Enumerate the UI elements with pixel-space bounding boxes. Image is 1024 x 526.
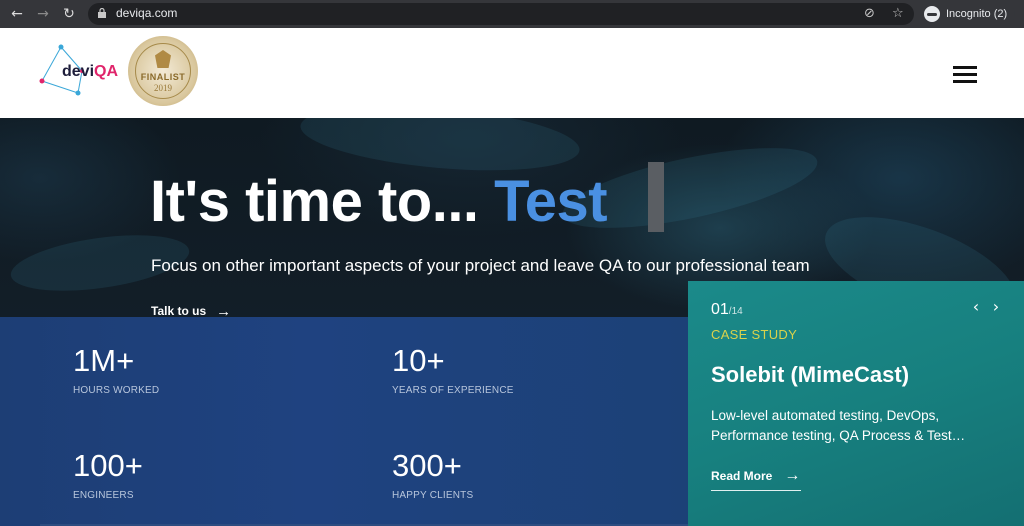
chevron-right-icon[interactable]: ›: [989, 297, 1003, 316]
eye-off-icon[interactable]: ⊘: [864, 6, 875, 21]
stat-clients: 300+ HAPPY CLIENTS: [392, 448, 474, 501]
logo-wordmark: deviQA: [62, 63, 119, 80]
finalist-badge: FINALIST 2019: [128, 36, 198, 106]
star-icon[interactable]: ☆: [892, 6, 904, 21]
case-counter: 01/14: [711, 301, 743, 318]
case-description: Low-level automated testing, DevOps, Per…: [711, 408, 966, 443]
hero-tagline: Focus on other important aspects of your…: [151, 256, 810, 275]
stat-hours: 1M+ HOURS WORKED: [73, 343, 160, 396]
site-header: deviQA FINALIST 2019: [0, 28, 1024, 118]
incognito-label: Incognito (2): [946, 8, 1008, 20]
deviqa-logo[interactable]: deviQA: [38, 43, 120, 99]
incognito-icon: [924, 6, 940, 22]
stats-band: 1M+ HOURS WORKED 10+ YEARS OF EXPERIENCE…: [0, 317, 688, 526]
case-type-label: CASE STUDY: [711, 327, 798, 342]
url-text: deviqa.com: [116, 6, 178, 20]
read-more-link[interactable]: Read More →: [711, 467, 800, 485]
badge-year: 2019: [154, 83, 172, 93]
typing-cursor: [648, 162, 664, 232]
arrow-right-icon: →: [784, 467, 801, 484]
headline-accent-word: Test: [494, 169, 608, 234]
hero-headline: It's time to... Test: [150, 169, 608, 234]
badge-label: FINALIST: [140, 72, 186, 82]
stat-engineers: 100+ ENGINEERS: [73, 448, 143, 501]
case-title[interactable]: Solebit (MimeCast): [711, 362, 909, 388]
stat-years: 10+ YEARS OF EXPERIENCE: [392, 343, 514, 396]
chevron-left-icon[interactable]: ‹: [969, 297, 983, 316]
hamburger-menu-icon[interactable]: [953, 66, 977, 83]
case-study-card: 01/14 ‹ › CASE STUDY Solebit (MimeCast) …: [688, 281, 1024, 526]
back-arrow-icon[interactable]: ←: [7, 4, 27, 24]
read-more-underline: [711, 490, 801, 491]
address-bar[interactable]: deviqa.com ⊘ ☆: [88, 3, 914, 25]
reload-icon[interactable]: ↻: [59, 4, 79, 24]
hero-section: It's time to... Test Focus on other impo…: [0, 118, 1024, 526]
forward-arrow-icon[interactable]: →: [33, 4, 53, 24]
incognito-profile-button[interactable]: Incognito (2): [920, 3, 1016, 25]
lock-icon: [98, 8, 106, 18]
browser-toolbar: ← → ↻ deviqa.com ⊘ ☆ Incognito (2): [0, 0, 1024, 28]
